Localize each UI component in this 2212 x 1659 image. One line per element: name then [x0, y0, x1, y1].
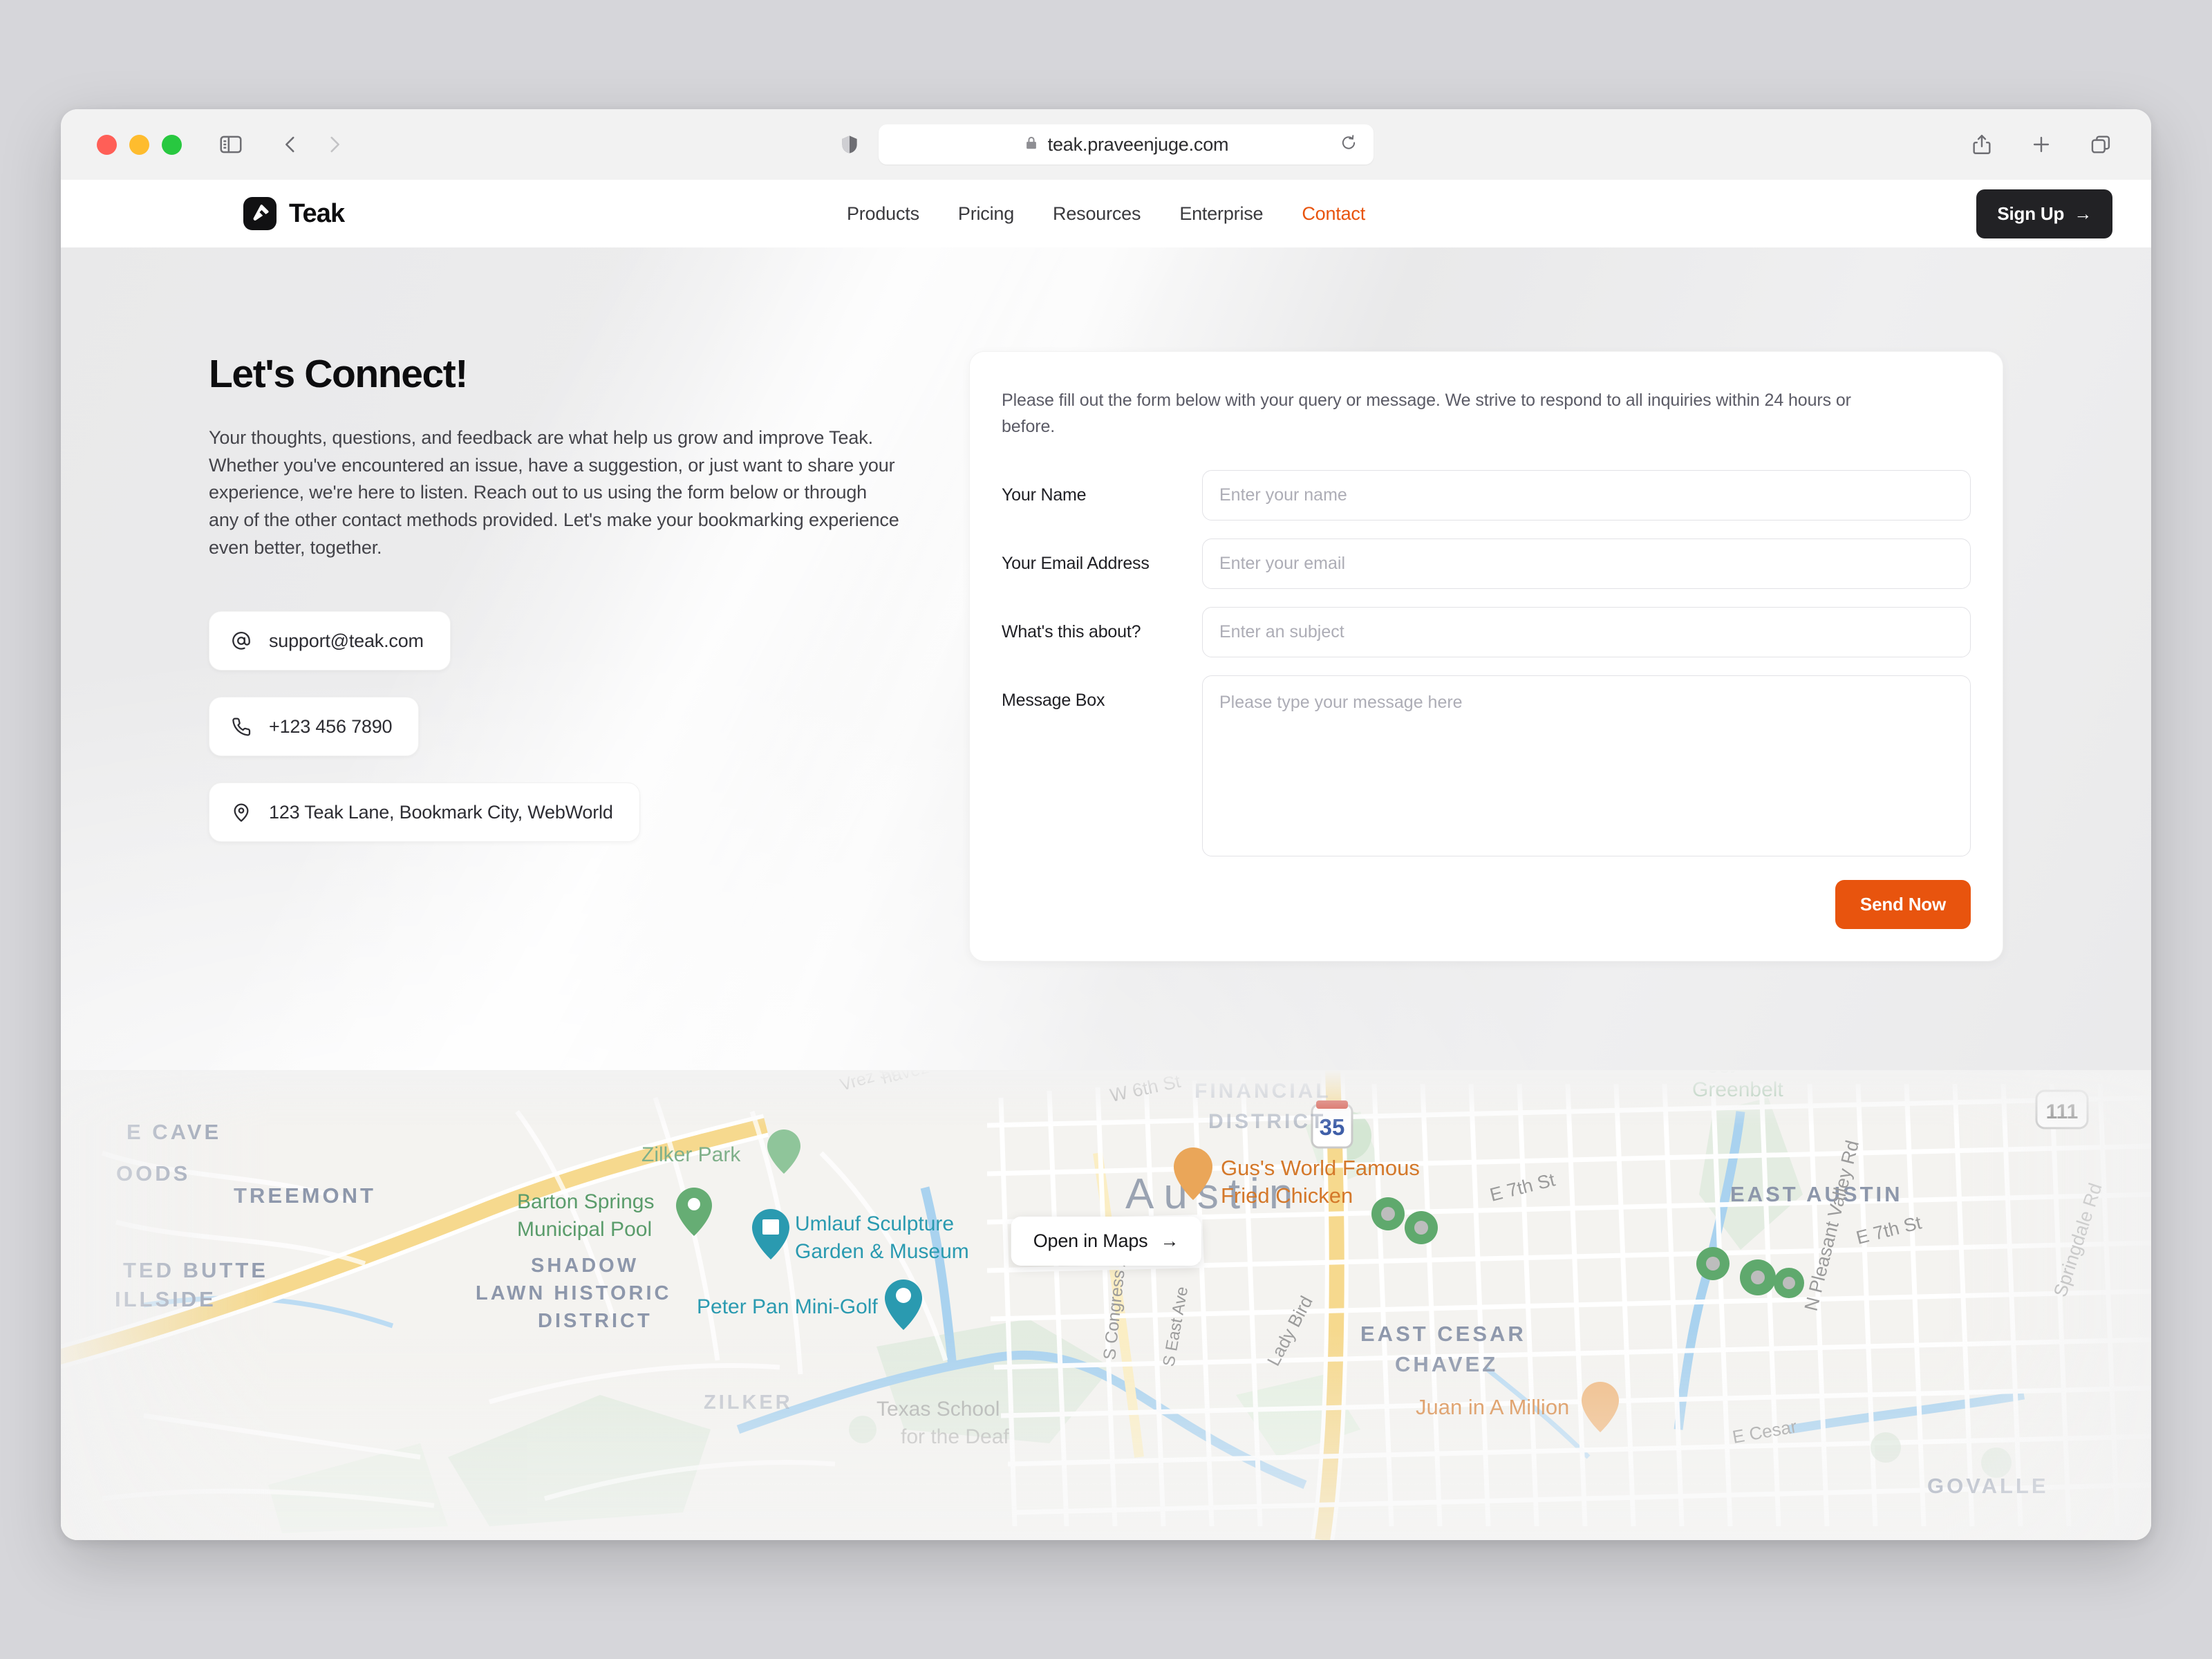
sign-up-label: Sign Up — [1997, 203, 2064, 225]
contact-method-list: support@teak.com +123 456 7890 123 Teak … — [209, 611, 907, 842]
map-region[interactable]: 35 111 E CAVE OODS TREEMONT TED BUTTE IL… — [61, 1070, 2151, 1540]
map-label-neighborhood: EAST CESAR — [1360, 1322, 1526, 1346]
svg-text:Zilker Park: Zilker Park — [641, 1143, 741, 1166]
sign-up-button[interactable]: Sign Up → — [1976, 189, 2112, 238]
phone-icon — [230, 715, 252, 738]
maximize-window-button[interactable] — [162, 135, 182, 155]
map-label-neighborhood: EAST AUSTIN — [1730, 1182, 1903, 1206]
contact-intro-column: Let's Connect! Your thoughts, questions,… — [209, 351, 907, 962]
send-now-button[interactable]: Send Now — [1835, 880, 1971, 929]
svg-text:Juan in A Million: Juan in A Million — [1416, 1395, 1569, 1419]
subject-field-label: What's this about? — [1002, 607, 1202, 642]
minimize-window-button[interactable] — [129, 135, 149, 155]
contact-form-card: Please fill out the form below with your… — [969, 351, 2003, 962]
contact-section: Let's Connect! Your thoughts, questions,… — [61, 247, 2151, 962]
nav-item-products[interactable]: Products — [844, 196, 922, 232]
name-input[interactable] — [1202, 470, 1971, 521]
email-field-label: Your Email Address — [1002, 538, 1202, 574]
svg-text:Umlauf Sculpture: Umlauf Sculpture — [795, 1212, 954, 1235]
map-label-neighborhood: DISTRICT — [1208, 1110, 1326, 1133]
map-label-neighborhood: TREEMONT — [234, 1183, 376, 1208]
svg-text:Garden & Museum: Garden & Museum — [795, 1240, 969, 1263]
svg-text:Greenbelt: Greenbelt — [1692, 1078, 1783, 1101]
nav-item-enterprise[interactable]: Enterprise — [1177, 196, 1266, 232]
main-nav: Products Pricing Resources Enterprise Co… — [61, 180, 2151, 247]
contact-email-value: support@teak.com — [269, 630, 424, 652]
forward-arrow-icon[interactable] — [323, 133, 346, 156]
back-arrow-icon[interactable] — [279, 133, 302, 156]
map-label-neighborhood: E CAVE — [126, 1120, 221, 1144]
map-label-neighborhood: CHAVEZ — [1395, 1352, 1498, 1376]
address-bar[interactable]: teak.praveenjuge.com — [879, 124, 1374, 165]
contact-card-address[interactable]: 123 Teak Lane, Bookmark City, WebWorld — [209, 782, 640, 842]
name-field-label: Your Name — [1002, 470, 1202, 505]
email-input[interactable] — [1202, 538, 1971, 589]
map-label-neighborhood: LAWN HISTORIC — [476, 1282, 671, 1304]
close-window-button[interactable] — [97, 135, 117, 155]
map-label-neighborhood: ILLSIDE — [115, 1287, 216, 1311]
svg-text:for the Deaf: for the Deaf — [901, 1425, 1009, 1448]
svg-text:Municipal Pool: Municipal Pool — [517, 1218, 652, 1241]
reload-icon[interactable] — [1339, 133, 1358, 156]
contact-card-phone[interactable]: +123 456 7890 — [209, 697, 419, 756]
map-canvas: 35 111 E CAVE OODS TREEMONT TED BUTTE IL… — [61, 1070, 2151, 1540]
privacy-shield-icon[interactable] — [838, 133, 861, 156]
brand-name: Teak — [289, 199, 344, 229]
form-actions: Send Now — [1002, 880, 1971, 929]
navigation-arrows — [279, 133, 346, 156]
map-label-neighborhood: GOVALLE — [1927, 1474, 2049, 1498]
page-title: Let's Connect! — [209, 351, 907, 397]
svg-text:Boggy Creek: Boggy Creek — [1682, 1070, 1802, 1074]
svg-text:Fried Chicken: Fried Chicken — [1221, 1183, 1353, 1208]
nav-item-contact[interactable]: Contact — [1299, 196, 1368, 232]
sidebar-toggle-icon[interactable] — [218, 131, 244, 158]
nav-item-pricing[interactable]: Pricing — [955, 196, 1017, 232]
brand-logo[interactable]: Teak — [243, 197, 344, 230]
form-field-name: Your Name — [1002, 470, 1971, 521]
contact-card-email[interactable]: support@teak.com — [209, 611, 451, 671]
at-sign-icon — [230, 630, 252, 652]
plus-icon[interactable] — [2030, 133, 2053, 156]
open-in-maps-label: Open in Maps — [1033, 1230, 1148, 1252]
window-controls — [97, 135, 182, 155]
tab-overview-icon[interactable] — [2089, 133, 2112, 156]
page-body: Let's Connect! Your thoughts, questions,… — [61, 247, 2151, 1540]
form-field-email: Your Email Address — [1002, 538, 1971, 589]
map-label-neighborhood: SHADOW — [531, 1255, 639, 1277]
map-label-neighborhood: FINANCIAL — [1194, 1080, 1331, 1103]
address-bar-region: teak.praveenjuge.com — [61, 124, 2151, 165]
svg-text:Peter Pan Mini-Golf: Peter Pan Mini-Golf — [697, 1295, 878, 1318]
message-field-label: Message Box — [1002, 675, 1202, 711]
svg-text:Gus's World Famous: Gus's World Famous — [1221, 1156, 1420, 1180]
svg-text:Barton Springs: Barton Springs — [517, 1190, 654, 1213]
form-intro-text: Please fill out the form below with your… — [1002, 388, 1852, 440]
contact-address-value: 123 Teak Lane, Bookmark City, WebWorld — [269, 802, 613, 823]
lock-icon — [1024, 135, 1039, 155]
browser-toolbar: teak.praveenjuge.com — [61, 109, 2151, 180]
map-label-neighborhood: ZILKER — [704, 1391, 793, 1414]
teak-axe-icon — [243, 197, 276, 230]
address-bar-url: teak.praveenjuge.com — [1048, 134, 1229, 156]
contact-phone-value: +123 456 7890 — [269, 716, 392, 738]
map-label-neighborhood: DISTRICT — [538, 1310, 653, 1332]
map-label-neighborhood: TED BUTTE — [123, 1258, 268, 1282]
arrow-right-icon: → — [2074, 203, 2092, 225]
browser-window: teak.praveenjuge.com — [61, 109, 2151, 1540]
nav-item-resources[interactable]: Resources — [1050, 196, 1143, 232]
subject-input[interactable] — [1202, 607, 1971, 657]
intro-paragraph: Your thoughts, questions, and feedback a… — [209, 424, 900, 561]
site-header: Teak Products Pricing Resources Enterpri… — [61, 180, 2151, 247]
svg-text:111: 111 — [2046, 1100, 2079, 1123]
message-input[interactable] — [1202, 675, 1971, 856]
map-pin-icon — [230, 801, 252, 823]
svg-text:Texas School: Texas School — [877, 1398, 1000, 1421]
form-field-message: Message Box — [1002, 675, 1971, 856]
open-in-maps-button[interactable]: Open in Maps → — [1011, 1217, 1201, 1266]
share-icon[interactable] — [1970, 133, 1994, 156]
arrow-right-icon: → — [1160, 1230, 1179, 1252]
map-label-neighborhood: OODS — [116, 1161, 190, 1185]
toolbar-actions — [1970, 133, 2112, 156]
form-field-subject: What's this about? — [1002, 607, 1971, 657]
map-route-shield-111: 111 — [2036, 1091, 2088, 1128]
